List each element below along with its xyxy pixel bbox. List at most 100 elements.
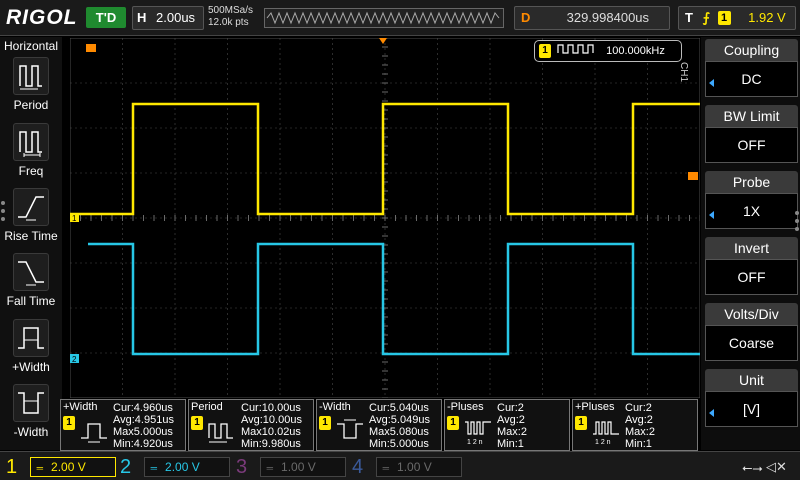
measurement-box[interactable]: +Width 1 Cur:4.960us Avg:4.951us Max5.00… xyxy=(60,399,186,451)
measure-neg-width-label: -Width xyxy=(13,425,49,439)
measurement-average: Avg:5.049us xyxy=(369,414,430,426)
ch1-scale: 2.00 V xyxy=(51,460,86,474)
ch1-status[interactable]: 1 ═ 2.00 V xyxy=(6,455,116,479)
neg-pulses-meas-icon: 1 2 n xyxy=(465,421,491,446)
measurement-channel: 1 xyxy=(319,416,331,430)
ch3-status[interactable]: 3 ═ 1.00 V xyxy=(236,455,346,479)
dc-coupling-icon: ═ xyxy=(150,463,158,473)
left-scroll-indicator xyxy=(0,197,6,227)
volts-div-softkey[interactable]: Volts/Div Coarse xyxy=(705,303,798,365)
measure-fall-time-button[interactable]: Fall Time xyxy=(0,253,62,317)
bw-limit-softkey[interactable]: BW Limit OFF xyxy=(705,105,798,167)
unit-value: [V] xyxy=(705,391,798,427)
measurement-average: Avg:2 xyxy=(625,414,653,426)
probe-title: Probe xyxy=(705,171,798,193)
ch3-scale: 1.00 V xyxy=(281,460,316,474)
measure-rise-time-label: Rise Time xyxy=(4,229,58,243)
dc-coupling-icon: ═ xyxy=(382,463,390,473)
rising-edge-icon: ⨍ xyxy=(702,10,710,25)
measure-period-label: Period xyxy=(13,98,49,112)
trigger-level: 1.92 V xyxy=(748,10,786,25)
ch4-scale-box: ═ 1.00 V xyxy=(375,457,462,477)
measurement-channel: 1 xyxy=(63,416,75,430)
trigger-status-badge: T'D xyxy=(86,7,126,28)
ch2-number: 2 xyxy=(120,456,132,478)
measure-period-button[interactable]: Period xyxy=(0,57,62,121)
measure-rise-time-button[interactable]: Rise Time xyxy=(0,188,62,252)
measurement-panel: +Width 1 Cur:4.960us Avg:4.951us Max5.00… xyxy=(60,399,700,451)
measurement-max: Max:2 xyxy=(625,426,655,438)
coupling-value: DC xyxy=(705,61,798,97)
rigol-logo: RIGOL xyxy=(6,6,78,29)
measurement-box[interactable]: -Pluses 1 1 2 n Cur:2 Avg:2 Max:2 Min:1 xyxy=(444,399,570,451)
period-icon xyxy=(13,57,49,95)
delay-value: 329.998400us xyxy=(566,10,650,25)
probe-value: 1X xyxy=(705,193,798,229)
ch4-status[interactable]: 4 ═ 1.00 V xyxy=(352,455,462,479)
ch2-scale-box: ═ 2.00 V xyxy=(143,457,230,477)
coupling-title: Coupling xyxy=(705,39,798,61)
menu-title: Horizontal xyxy=(3,39,59,53)
neg-width-meas-icon xyxy=(337,419,363,439)
volts-div-title: Volts/Div xyxy=(705,303,798,325)
unit-arrow-icon xyxy=(709,409,714,417)
measurement-max: Max:2 xyxy=(497,426,527,438)
bw-limit-value: OFF xyxy=(705,127,798,163)
channel-frequency-readout: 1 100.000kHz xyxy=(534,40,682,62)
ch1-number: 1 xyxy=(6,456,18,478)
measurement-current: Cur:10.00us xyxy=(241,402,301,414)
unit-title: Unit xyxy=(705,369,798,391)
ch1-scale-box: ═ 2.00 V xyxy=(29,457,116,477)
measurement-average: Avg:2 xyxy=(497,414,525,426)
waveform-display[interactable]: 1 2 xyxy=(70,38,700,398)
probe-arrow-icon xyxy=(709,211,714,219)
neg-width-icon xyxy=(13,384,49,422)
measurement-min: Min:1 xyxy=(625,438,652,450)
measure-pos-width-button[interactable]: +Width xyxy=(0,319,62,383)
trigger-source: 1 xyxy=(717,11,731,25)
measurement-box[interactable]: +Pluses 1 1 2 n Cur:2 Avg:2 Max:2 Min:1 xyxy=(572,399,698,451)
trigger-position-marker[interactable] xyxy=(379,38,387,44)
timebase-box[interactable]: H 2.00us xyxy=(132,6,204,30)
ch2-status[interactable]: 2 ═ 2.00 V xyxy=(120,455,230,479)
measurement-channel: 1 xyxy=(447,416,459,430)
invert-title: Invert xyxy=(705,237,798,259)
measurement-max: Max10.02us xyxy=(241,426,301,438)
invert-value: OFF xyxy=(705,259,798,295)
pos-width-icon xyxy=(13,319,49,357)
trigger-box[interactable]: T ⨍ 1 1.92 V xyxy=(678,6,796,30)
square-wave-icon xyxy=(557,44,594,54)
measurement-title: Period xyxy=(191,401,223,413)
measurement-box[interactable]: -Width 1 Cur:5.040us Avg:5.049us Max5.08… xyxy=(316,399,442,451)
delay-box[interactable]: D 329.998400us xyxy=(514,6,670,30)
measurement-title: +Pluses xyxy=(575,401,615,413)
ch1-marker-label: 1 xyxy=(72,214,77,223)
channel-menu: Coupling DC BW Limit OFF Probe 1X Invert… xyxy=(701,37,800,450)
measure-neg-width-button[interactable]: -Width xyxy=(0,384,62,448)
period-meas-icon xyxy=(208,423,233,443)
probe-softkey[interactable]: Probe 1X xyxy=(705,171,798,233)
measurement-channel: 1 xyxy=(191,416,203,430)
measure-freq-button[interactable]: Freq xyxy=(0,123,62,187)
measurement-max: Max5.000us xyxy=(113,426,173,438)
memory-depth: 12.0k pts xyxy=(208,17,249,28)
horizontal-measure-menu: Horizontal Period Freq Rise Time Fall Ti… xyxy=(0,37,62,450)
coupling-arrow-icon xyxy=(709,79,714,87)
measurement-title: +Width xyxy=(63,401,98,413)
grid-dots xyxy=(70,38,700,398)
dc-coupling-icon: ═ xyxy=(266,463,274,473)
measurement-current: Cur:2 xyxy=(625,402,652,414)
trigger-time-marker[interactable] xyxy=(86,44,96,52)
freq-channel-badge: 1 xyxy=(539,44,551,58)
unit-softkey[interactable]: Unit [V] xyxy=(705,369,798,431)
usb-icon: ⭠⭢ xyxy=(742,460,763,475)
measurement-current: Cur:4.960us xyxy=(113,402,173,414)
right-scroll-indicator xyxy=(795,207,800,237)
trigger-level-marker[interactable] xyxy=(688,172,698,180)
coupling-softkey[interactable]: Coupling DC xyxy=(705,39,798,101)
volts-div-value: Coarse xyxy=(705,325,798,361)
measurement-box[interactable]: Period 1 Cur:10.00us Avg:10.00us Max10.0… xyxy=(188,399,314,451)
fall-time-icon xyxy=(13,253,49,291)
speaker-mute-icon[interactable]: ◁✕ xyxy=(766,459,787,475)
invert-softkey[interactable]: Invert OFF xyxy=(705,237,798,299)
